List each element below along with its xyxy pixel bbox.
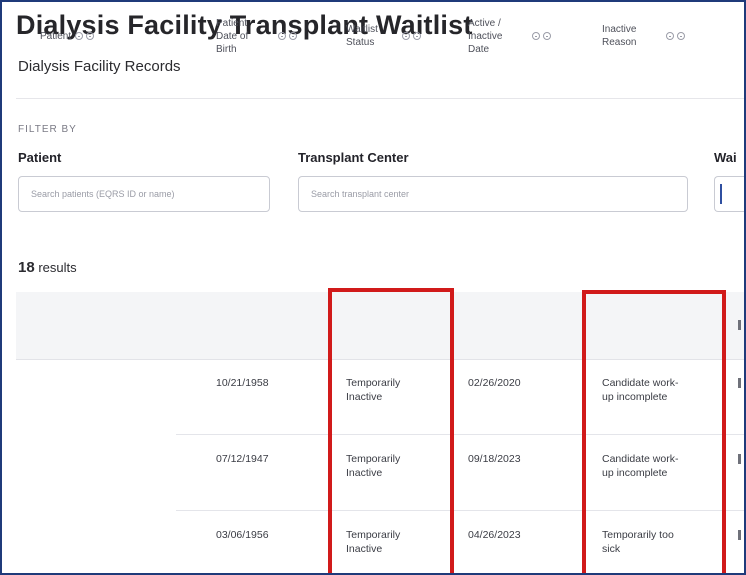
info-icon[interactable] bbox=[75, 32, 84, 40]
sort-controls[interactable] bbox=[75, 32, 95, 40]
cell-waitlist-status: Temporarily Inactive bbox=[346, 529, 401, 555]
cell-inactive-reason: Candidate work- up incomplete bbox=[602, 453, 679, 479]
clipped-column-marker bbox=[738, 320, 741, 330]
patient-search-input[interactable] bbox=[18, 176, 270, 212]
sort-icon[interactable] bbox=[412, 32, 421, 40]
waitlist-filter-input[interactable] bbox=[714, 176, 744, 212]
clipped-column-marker bbox=[738, 454, 741, 464]
info-icon[interactable] bbox=[401, 32, 410, 40]
screenshot-frame: Dialysis Facility Transplant Waitlist Di… bbox=[0, 0, 746, 575]
transplant-center-filter-label: Transplant Center bbox=[298, 150, 409, 165]
row-divider bbox=[176, 510, 744, 511]
cell-waitlist-status: Temporarily Inactive bbox=[346, 453, 401, 479]
cell-dob: 03/06/1956 bbox=[216, 529, 269, 541]
sort-icon[interactable] bbox=[543, 32, 552, 40]
info-icon[interactable] bbox=[532, 32, 541, 40]
column-header-label: Waitlist Status bbox=[346, 24, 378, 48]
filter-section-label: FILTER BY bbox=[18, 124, 77, 135]
clipped-column-marker bbox=[738, 378, 741, 388]
results-count: 18 results bbox=[18, 259, 77, 276]
column-header-waitlist-status[interactable]: Waitlist Status bbox=[346, 2, 421, 70]
cell-active-inactive-date: 09/18/2023 bbox=[468, 453, 521, 465]
patient-filter-label: Patient bbox=[18, 150, 62, 165]
column-header-dob[interactable]: Patient Date of Birth bbox=[216, 2, 298, 70]
sort-controls[interactable] bbox=[401, 32, 421, 40]
cell-active-inactive-date: 04/26/2023 bbox=[468, 529, 521, 541]
sort-icon[interactable] bbox=[677, 32, 686, 40]
sort-icon[interactable] bbox=[86, 32, 95, 40]
table-header bbox=[16, 292, 744, 360]
sort-controls[interactable] bbox=[666, 32, 686, 40]
clipped-column-marker bbox=[738, 530, 741, 540]
column-header-label: Active / Inactive Date bbox=[468, 17, 503, 55]
sort-controls[interactable] bbox=[278, 32, 298, 40]
cell-active-inactive-date: 02/26/2020 bbox=[468, 377, 521, 389]
column-header-label: Patient bbox=[40, 30, 72, 42]
column-header-inactive-reason[interactable]: Inactive Reason bbox=[602, 2, 686, 70]
column-header-label: Patient Date of Birth bbox=[216, 17, 249, 55]
cell-dob: 07/12/1947 bbox=[216, 453, 269, 465]
info-icon[interactable] bbox=[278, 32, 287, 40]
cell-inactive-reason: Temporarily too sick bbox=[602, 529, 674, 555]
sort-icon[interactable] bbox=[289, 32, 298, 40]
cell-waitlist-status: Temporarily Inactive bbox=[346, 377, 401, 403]
cell-dob: 10/21/1958 bbox=[216, 377, 269, 389]
sort-controls[interactable] bbox=[532, 32, 552, 40]
transplant-center-search-input[interactable] bbox=[298, 176, 688, 212]
column-header-active-inactive-date[interactable]: Active / Inactive Date bbox=[468, 2, 552, 70]
waitlist-filter-label: Wai bbox=[714, 150, 737, 165]
cell-inactive-reason: Candidate work- up incomplete bbox=[602, 377, 679, 403]
row-divider bbox=[176, 434, 744, 435]
waitlist-filter-cursor bbox=[720, 184, 722, 204]
column-header-patient[interactable]: Patient bbox=[40, 2, 95, 70]
column-header-label: Inactive Reason bbox=[602, 24, 637, 48]
results-number: 18 bbox=[18, 259, 35, 276]
results-label: results bbox=[38, 260, 77, 275]
header-divider bbox=[16, 98, 744, 99]
info-icon[interactable] bbox=[666, 32, 675, 40]
